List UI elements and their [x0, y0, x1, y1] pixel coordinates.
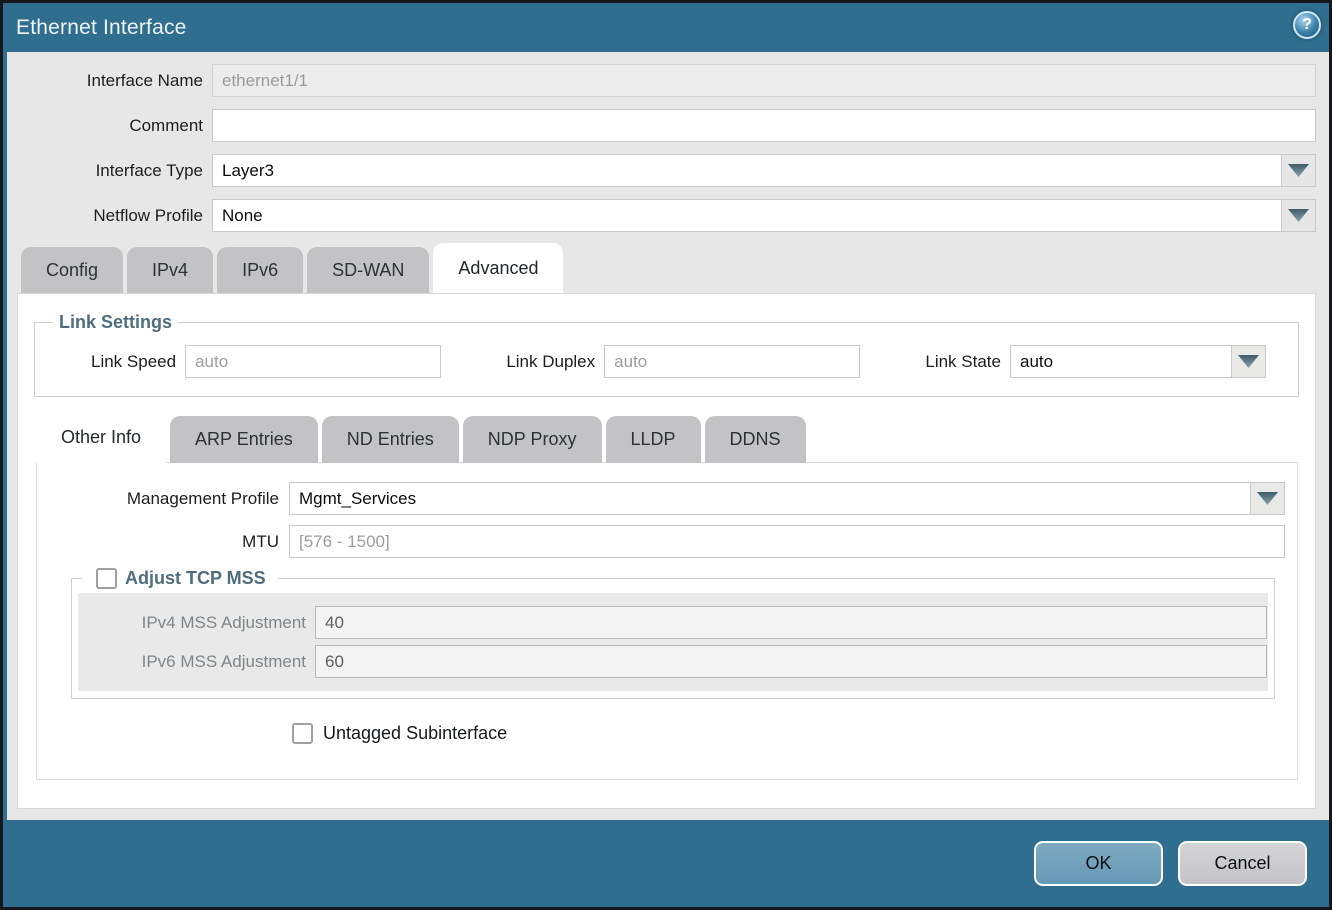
netflow-profile-dropdown-button[interactable] [1281, 200, 1315, 231]
netflow-profile-row: Netflow Profile None [7, 199, 1316, 232]
untagged-subinterface-label: Untagged Subinterface [323, 723, 507, 744]
link-duplex-pair: Link Duplex [506, 345, 860, 378]
dialog-footer: OK Cancel [3, 820, 1329, 907]
chevron-down-icon [1288, 164, 1309, 177]
management-profile-dropdown-button[interactable] [1250, 483, 1284, 514]
chevron-down-icon [1238, 355, 1259, 368]
ipv6-mss-input [315, 645, 1267, 678]
netflow-profile-dropdown[interactable]: None [212, 199, 1316, 232]
adjust-tcp-mss-fieldset: Adjust TCP MSS IPv4 MSS Adjustment IPv6 … [71, 568, 1275, 699]
tab-arp-entries[interactable]: ARP Entries [170, 416, 318, 463]
tab-ipv6[interactable]: IPv6 [217, 247, 303, 293]
tab-ipv4[interactable]: IPv4 [127, 247, 213, 293]
ipv4-mss-row: IPv4 MSS Adjustment [78, 606, 1268, 639]
ethernet-interface-dialog: Ethernet Interface ? Interface Name Comm… [0, 0, 1332, 910]
cancel-button[interactable]: Cancel [1178, 841, 1307, 886]
link-speed-label: Link Speed [91, 352, 176, 372]
adjust-tcp-mss-label: Adjust TCP MSS [125, 568, 266, 589]
interface-type-label: Interface Type [7, 161, 203, 181]
advanced-tab-panel: Link Settings Link Speed Link Duplex Lin… [17, 293, 1316, 809]
mss-disabled-area: IPv4 MSS Adjustment IPv6 MSS Adjustment [78, 593, 1268, 691]
dialog-body: Interface Name Comment Interface Type La… [7, 52, 1329, 820]
dialog-titlebar: Ethernet Interface ? [3, 3, 1329, 52]
link-state-value: auto [1011, 346, 1231, 377]
link-duplex-label: Link Duplex [506, 352, 595, 372]
tab-advanced[interactable]: Advanced [433, 243, 563, 293]
mtu-input[interactable] [289, 525, 1285, 558]
interface-name-label: Interface Name [7, 71, 203, 91]
link-state-dropdown-button[interactable] [1231, 346, 1265, 377]
link-state-label: Link State [925, 352, 1001, 372]
link-settings-legend: Link Settings [53, 312, 178, 333]
mtu-label: MTU [49, 532, 279, 552]
tab-lldp[interactable]: LLDP [606, 416, 701, 463]
comment-label: Comment [7, 116, 203, 136]
interface-name-input [212, 64, 1316, 97]
link-state-pair: Link State auto [925, 345, 1266, 378]
untagged-subinterface-row: Untagged Subinterface [292, 723, 1285, 744]
untagged-subinterface-checkbox[interactable] [292, 723, 313, 744]
tab-ndp-proxy[interactable]: NDP Proxy [463, 416, 602, 463]
comment-row: Comment [7, 109, 1316, 142]
help-icon[interactable]: ? [1293, 11, 1321, 39]
management-profile-label: Management Profile [49, 489, 279, 509]
chevron-down-icon [1257, 492, 1278, 505]
other-info-panel: Management Profile Mgmt_Services MTU [36, 462, 1298, 780]
interface-type-value: Layer3 [213, 155, 1281, 186]
ipv6-mss-row: IPv6 MSS Adjustment [78, 645, 1268, 678]
tab-nd-entries[interactable]: ND Entries [322, 416, 459, 463]
ipv4-mss-label: IPv4 MSS Adjustment [78, 613, 306, 633]
netflow-profile-label: Netflow Profile [7, 206, 203, 226]
dialog-title: Ethernet Interface [16, 16, 187, 40]
link-speed-pair: Link Speed [91, 345, 441, 378]
netflow-profile-value: None [213, 200, 1281, 231]
management-profile-dropdown[interactable]: Mgmt_Services [289, 482, 1285, 515]
link-duplex-input[interactable] [604, 345, 860, 378]
link-speed-input[interactable] [185, 345, 441, 378]
adjust-tcp-mss-checkbox[interactable] [96, 568, 117, 589]
management-profile-row: Management Profile Mgmt_Services [49, 482, 1285, 515]
interface-type-dropdown-button[interactable] [1281, 155, 1315, 186]
sub-tab-bar: Other Info ARP Entries ND Entries NDP Pr… [36, 414, 1299, 463]
mtu-row: MTU [49, 525, 1285, 558]
tab-sdwan[interactable]: SD-WAN [307, 247, 429, 293]
tab-ddns[interactable]: DDNS [705, 416, 806, 463]
interface-type-row: Interface Type Layer3 [7, 154, 1316, 187]
link-settings-fieldset: Link Settings Link Speed Link Duplex Lin… [34, 312, 1299, 397]
main-tab-bar: Config IPv4 IPv6 SD-WAN Advanced [21, 244, 1316, 293]
comment-input[interactable] [212, 109, 1316, 142]
ipv4-mss-input [315, 606, 1267, 639]
interface-type-dropdown[interactable]: Layer3 [212, 154, 1316, 187]
chevron-down-icon [1288, 209, 1309, 222]
management-profile-value: Mgmt_Services [290, 483, 1250, 514]
interface-name-row: Interface Name [7, 64, 1316, 97]
tab-config[interactable]: Config [21, 247, 123, 293]
ok-button[interactable]: OK [1034, 841, 1163, 886]
link-state-dropdown[interactable]: auto [1010, 345, 1266, 378]
ipv6-mss-label: IPv6 MSS Adjustment [78, 652, 306, 672]
tab-other-info[interactable]: Other Info [36, 412, 166, 463]
